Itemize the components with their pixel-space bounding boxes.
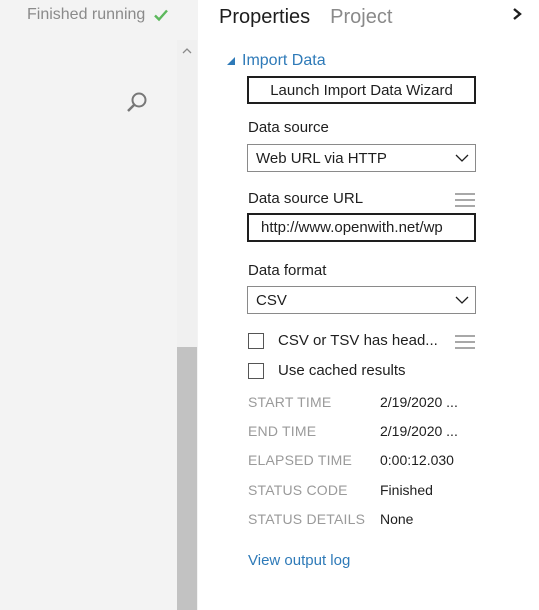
info-value: None [380,511,414,527]
panel-tabs: Properties Project [219,6,412,29]
data-source-label: Data source [248,119,329,136]
chevron-right-icon[interactable] [510,6,524,22]
scroll-thumb[interactable] [177,347,197,610]
checkbox[interactable] [248,332,264,349]
check-icon [154,9,169,22]
info-key: STATUS DETAILS [248,511,366,527]
info-value: 2/19/2020 ... [380,423,458,439]
chevron-up-icon [182,48,192,54]
info-value: 2/19/2020 ... [380,394,458,410]
section-title: Import Data [242,52,326,69]
info-key: ELAPSED TIME [248,452,353,468]
run-status-text: Finished running [27,6,146,23]
data-format-value: CSV [256,291,287,309]
search-icon[interactable] [124,90,150,116]
chevron-down-icon [455,296,469,304]
view-output-log-link[interactable]: View output log [248,552,350,569]
data-source-url-input[interactable]: http://www.openwith.net/wp [247,213,476,242]
run-status: Finished running [27,6,169,24]
data-format-label: Data format [248,262,327,279]
info-value: 0:00:12.030 [380,452,454,468]
checkbox-label: CSV or TSV has head... [278,332,438,349]
info-value: Finished [380,482,433,498]
properties-panel: Properties Project Import Data Launch Im… [198,0,539,610]
chevron-down-icon [455,154,469,162]
menu-icon[interactable] [455,193,475,209]
data-source-url-label: Data source URL [248,190,364,207]
canvas-pane: Finished running [0,0,198,610]
canvas-scrollbar[interactable] [177,40,197,610]
checkbox-has-header[interactable]: CSV or TSV has head... [248,332,438,349]
checkbox-label: Use cached results [278,362,406,379]
info-key: STATUS CODE [248,482,348,498]
info-key: START TIME [248,394,332,410]
data-source-select[interactable]: Web URL via HTTP [247,144,476,172]
menu-icon[interactable] [455,335,475,351]
checkbox-use-cached[interactable]: Use cached results [248,362,406,379]
info-key: END TIME [248,423,317,439]
checkbox[interactable] [248,362,264,379]
triangle-down-icon [227,57,235,65]
launch-wizard-button[interactable]: Launch Import Data Wizard [247,76,476,104]
data-source-value: Web URL via HTTP [256,149,387,167]
tab-project[interactable]: Project [330,6,392,29]
tab-properties[interactable]: Properties [219,6,310,29]
section-import-data[interactable]: Import Data [226,52,326,70]
scroll-up-button[interactable] [177,40,197,62]
data-format-select[interactable]: CSV [247,286,476,314]
